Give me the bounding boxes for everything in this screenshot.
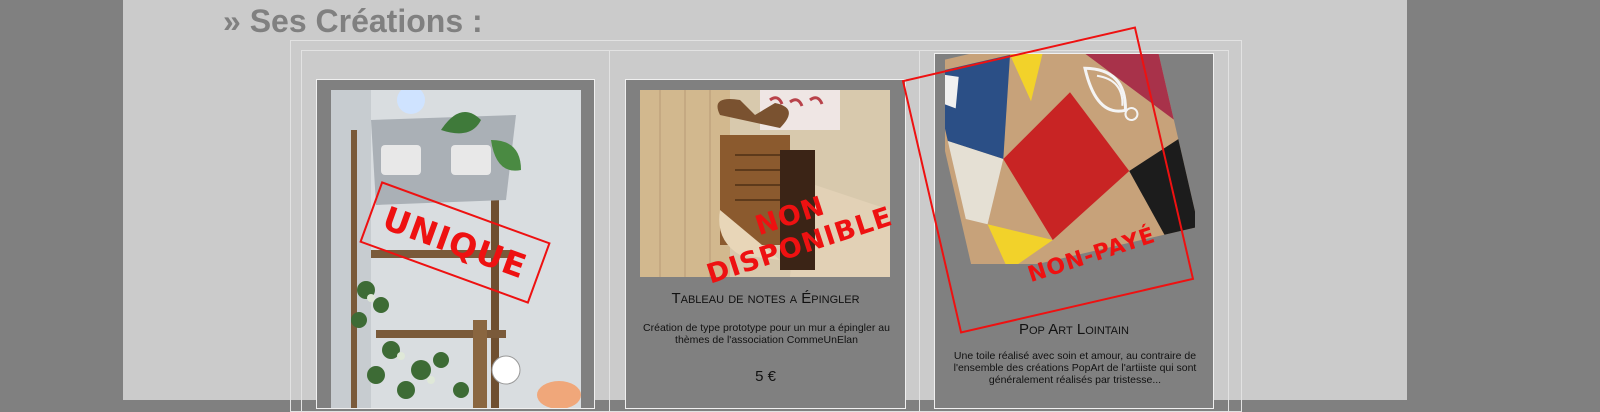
grid-divider [609, 51, 610, 411]
grid-divider [919, 51, 920, 411]
creation-title[interactable]: Pop Art Lointain [935, 321, 1213, 338]
creation-title[interactable]: Tableau de notes a Épingler [626, 290, 905, 307]
creation-price: 5 € [755, 368, 776, 385]
creation-card-3[interactable]: Pop Art Lointain Une toile réalisé avec … [934, 53, 1214, 409]
creation-description: Une toile réalisé avec soin et amour, au… [953, 350, 1197, 386]
section-title: » Ses Créations : [223, 3, 483, 39]
creation-description: Création de type prototype pour un mur a… [643, 322, 890, 346]
